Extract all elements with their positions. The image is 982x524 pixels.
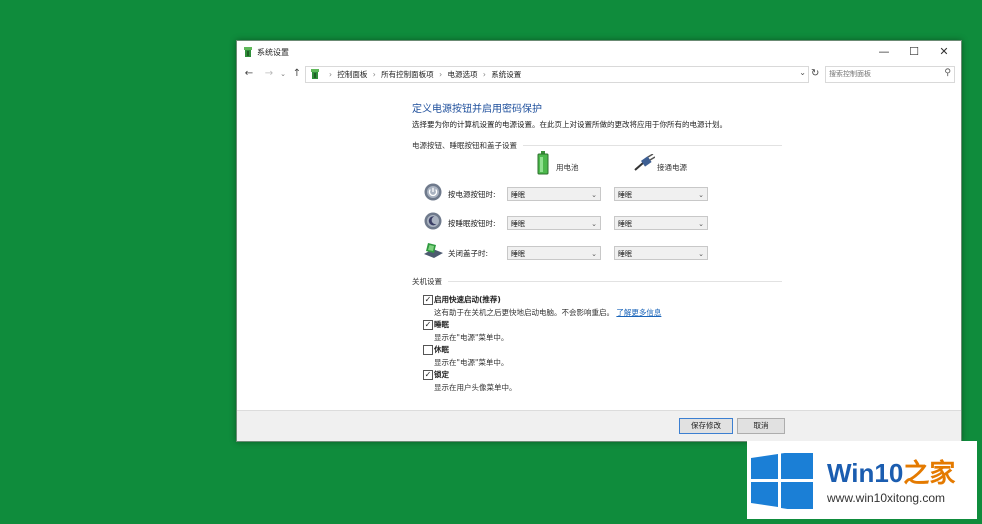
cancel-button[interactable]: 取消: [737, 418, 785, 434]
up-arrow-icon[interactable]: ↑: [291, 67, 303, 81]
control-panel-icon: [244, 47, 252, 57]
chevron-down-icon: ⌄: [591, 191, 597, 199]
watermark-title-zhijia: 之家: [903, 458, 956, 488]
search-input[interactable]: [829, 68, 937, 80]
maximize-button[interactable]: ☐: [899, 43, 929, 61]
minimize-button[interactable]: —: [869, 43, 899, 61]
sleep-option-description: 显示在"电源"菜单中。: [434, 333, 509, 342]
power-button-label: 按电源按钮时:: [448, 190, 496, 199]
shutdown-section-header: 关机设置: [412, 276, 782, 287]
chevron-down-icon: ⌄: [698, 191, 704, 199]
breadcrumb-separator[interactable]: ›: [439, 70, 442, 79]
select-value: 睡眠: [618, 191, 632, 199]
close-lid-label: 关闭盖子时:: [448, 249, 489, 258]
sleep-button-label: 按睡眠按钮时:: [448, 219, 496, 228]
forward-arrow-icon[interactable]: →: [263, 67, 275, 81]
search-box[interactable]: ⚲: [825, 66, 955, 83]
lock-checkbox[interactable]: ✓: [423, 370, 433, 380]
recent-locations-icon[interactable]: ⌄: [277, 67, 289, 81]
shutdown-section-title: 关机设置: [412, 277, 442, 286]
page-description: 选择要为你的计算机设置的电源设置。在此页上对设置所做的更改将应用于你所有的电源计…: [412, 120, 727, 129]
section-divider: [448, 281, 782, 282]
watermark-title-win10: Win10: [827, 458, 904, 488]
section-divider: [523, 145, 782, 146]
chevron-down-icon: ⌄: [698, 220, 704, 228]
close-button[interactable]: ✕: [929, 43, 959, 61]
breadcrumb-item-control-panel[interactable]: 控制面板: [337, 70, 367, 79]
learn-more-link[interactable]: 了解更多信息: [616, 308, 661, 317]
window-title: 系统设置: [257, 48, 289, 57]
close-lid-plugged-select[interactable]: 睡眠 ⌄: [614, 246, 708, 260]
hibernate-option-label[interactable]: 休眠: [434, 344, 449, 355]
watermark-logo: Win10之家 www.win10xitong.com: [747, 441, 977, 519]
main-content: 定义电源按钮并启用密码保护 选择要为你的计算机设置的电源设置。在此页上对设置所做…: [237, 85, 961, 411]
battery-column-header: 用电池: [556, 163, 579, 172]
select-value: 睡眠: [618, 220, 632, 228]
address-field[interactable]: › 控制面板 › 所有控制面板项 › 电源选项 › 系统设置 ⌄: [305, 66, 809, 83]
page-title: 定义电源按钮并启用密码保护: [412, 104, 542, 115]
save-changes-button[interactable]: 保存修改: [679, 418, 733, 434]
select-value: 睡眠: [511, 250, 525, 258]
breadcrumb: › 控制面板 › 所有控制面板项 › 电源选项 › 系统设置: [326, 69, 521, 80]
system-settings-window: 系统设置 — ☐ ✕ ← → ⌄ ↑ › 控制面板 › 所有控制面板项 › 电源…: [236, 40, 962, 442]
select-value: 睡眠: [618, 250, 632, 258]
fast-startup-description: 这有助于在关机之后更快地启动电脑。不会影响重启。 了解更多信息: [434, 307, 661, 318]
search-icon[interactable]: ⚲: [944, 68, 951, 78]
watermark-url: www.win10xitong.com: [827, 491, 946, 505]
fast-startup-label[interactable]: 启用快速启动(推荐): [434, 294, 501, 305]
back-arrow-icon[interactable]: ←: [243, 67, 255, 81]
select-value: 睡眠: [511, 220, 525, 228]
sleep-option-label[interactable]: 睡眠: [434, 319, 449, 330]
title-bar: 系统设置 — ☐ ✕: [237, 41, 961, 63]
plugged-in-column-header: 接通电源: [657, 163, 687, 172]
hibernate-option-description: 显示在"电源"菜单中。: [434, 358, 509, 367]
chevron-down-icon[interactable]: ⌄: [799, 68, 806, 77]
chevron-down-icon: ⌄: [591, 250, 597, 258]
power-button-battery-select[interactable]: 睡眠 ⌄: [507, 187, 601, 201]
breadcrumb-separator[interactable]: ›: [373, 70, 376, 79]
sleep-button-plugged-select[interactable]: 睡眠 ⌄: [614, 216, 708, 230]
dialog-footer: 保存修改 取消: [237, 410, 961, 441]
lock-option-description: 显示在用户头像菜单中。: [434, 383, 517, 392]
close-lid-battery-select[interactable]: 睡眠 ⌄: [507, 246, 601, 260]
control-panel-icon: [311, 69, 319, 79]
sleep-button-battery-select[interactable]: 睡眠 ⌄: [507, 216, 601, 230]
battery-icon: [537, 151, 549, 175]
address-bar: ← → ⌄ ↑ › 控制面板 › 所有控制面板项 › 电源选项 › 系统设置 ⌄…: [237, 63, 961, 85]
select-value: 睡眠: [511, 191, 525, 199]
lock-option-label[interactable]: 锁定: [434, 369, 449, 380]
power-icon: [424, 183, 442, 201]
breadcrumb-item-system-settings[interactable]: 系统设置: [491, 70, 521, 79]
hibernate-checkbox[interactable]: [423, 345, 433, 355]
fast-startup-checkbox[interactable]: ✓: [423, 295, 433, 305]
power-button-plugged-select[interactable]: 睡眠 ⌄: [614, 187, 708, 201]
chevron-down-icon: ⌄: [591, 220, 597, 228]
chevron-down-icon: ⌄: [698, 250, 704, 258]
laptop-lid-icon: [424, 243, 443, 258]
power-plug-icon: [634, 154, 655, 171]
fast-startup-description-text: 这有助于在关机之后更快地启动电脑。不会影响重启。: [434, 308, 614, 317]
windows-logo-icon: [751, 453, 813, 509]
breadcrumb-item-all-items[interactable]: 所有控制面板项: [381, 70, 434, 79]
sleep-checkbox[interactable]: ✓: [423, 320, 433, 330]
refresh-icon[interactable]: ↻: [811, 68, 819, 79]
buttons-section-header: 电源按钮、睡眠按钮和盖子设置: [412, 140, 782, 151]
watermark-title: Win10之家: [827, 453, 955, 490]
buttons-section-title: 电源按钮、睡眠按钮和盖子设置: [412, 141, 517, 150]
breadcrumb-separator: ›: [329, 70, 332, 79]
sleep-icon: [424, 212, 442, 230]
breadcrumb-item-power-options[interactable]: 电源选项: [447, 70, 477, 79]
breadcrumb-separator[interactable]: ›: [483, 70, 486, 79]
